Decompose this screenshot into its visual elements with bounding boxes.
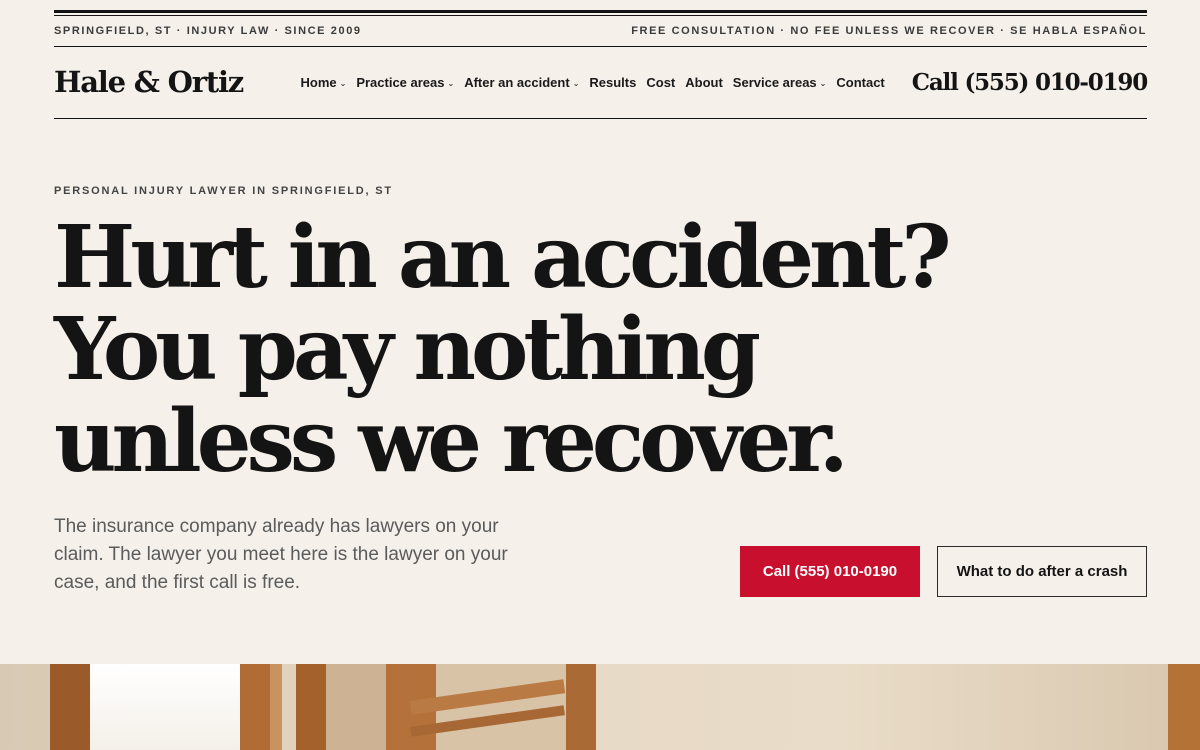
utility-bar: SPRINGFIELD, ST · INJURY LAW · SINCE 200… — [54, 22, 1147, 40]
headline-line-3: unless we recover. — [54, 391, 849, 492]
nav-item-label: About — [685, 74, 723, 90]
divider — [54, 46, 1147, 47]
hero-headline: Hurt in an accident? You pay nothing unl… — [54, 212, 1147, 488]
nav-item-contact[interactable]: Contact — [836, 75, 884, 90]
nav-item-label: After an accident — [464, 74, 570, 90]
nav-item-label: Results — [589, 74, 637, 90]
chevron-down-icon: ⌄ — [339, 78, 347, 88]
top-rule — [54, 10, 1147, 13]
nav-item-practice-areas[interactable]: Practice areas ⌄ — [356, 75, 454, 90]
main-nav: Hale & Ortiz Home ⌄ Practice areas ⌄ Aft… — [54, 57, 1148, 107]
nav-divider — [54, 118, 1147, 119]
utility-right: FREE CONSULTATION · NO FEE UNLESS WE REC… — [631, 25, 1147, 37]
nav-item-about[interactable]: About — [685, 75, 723, 90]
nav-item-results[interactable]: Results — [589, 75, 636, 90]
nav-item-label: Home — [300, 74, 337, 90]
nav-item-service-areas[interactable]: Service areas ⌄ — [733, 75, 827, 90]
nav-item-label: Service areas — [732, 74, 817, 90]
nav-item-home[interactable]: Home ⌄ — [300, 75, 346, 90]
nav-item-label: Practice areas — [356, 74, 445, 90]
site-logo[interactable]: Hale & Ortiz — [54, 65, 244, 99]
chevron-down-icon: ⌄ — [572, 78, 580, 88]
nav-phone-link[interactable]: Call (555) 010-0190 — [912, 69, 1148, 96]
hero-lede: The insurance company already has lawyer… — [54, 516, 508, 593]
headline-line-2: You pay nothing — [54, 299, 761, 400]
utility-left: SPRINGFIELD, ST · INJURY LAW · SINCE 200… — [54, 25, 362, 37]
chevron-down-icon: ⌄ — [819, 78, 827, 88]
headline-line-1: Hurt in an accident? — [54, 207, 952, 308]
hero-photo — [0, 664, 1200, 750]
chevron-down-icon: ⌄ — [447, 78, 455, 88]
nav-item-cost[interactable]: Cost — [646, 75, 675, 90]
after-crash-button[interactable]: What to do after a crash — [937, 546, 1147, 597]
top-rule-thin — [54, 15, 1147, 16]
nav-item-label: Contact — [836, 74, 885, 90]
nav-item-after-an-accident[interactable]: After an accident ⌄ — [464, 75, 579, 90]
nav-menu: Home ⌄ Practice areas ⌄ After an acciden… — [300, 75, 884, 90]
nav-item-label: Cost — [646, 74, 676, 90]
hero-eyebrow: PERSONAL INJURY LAWYER IN SPRINGFIELD, S… — [54, 185, 393, 197]
call-button[interactable]: Call (555) 010-0190 — [740, 546, 920, 597]
